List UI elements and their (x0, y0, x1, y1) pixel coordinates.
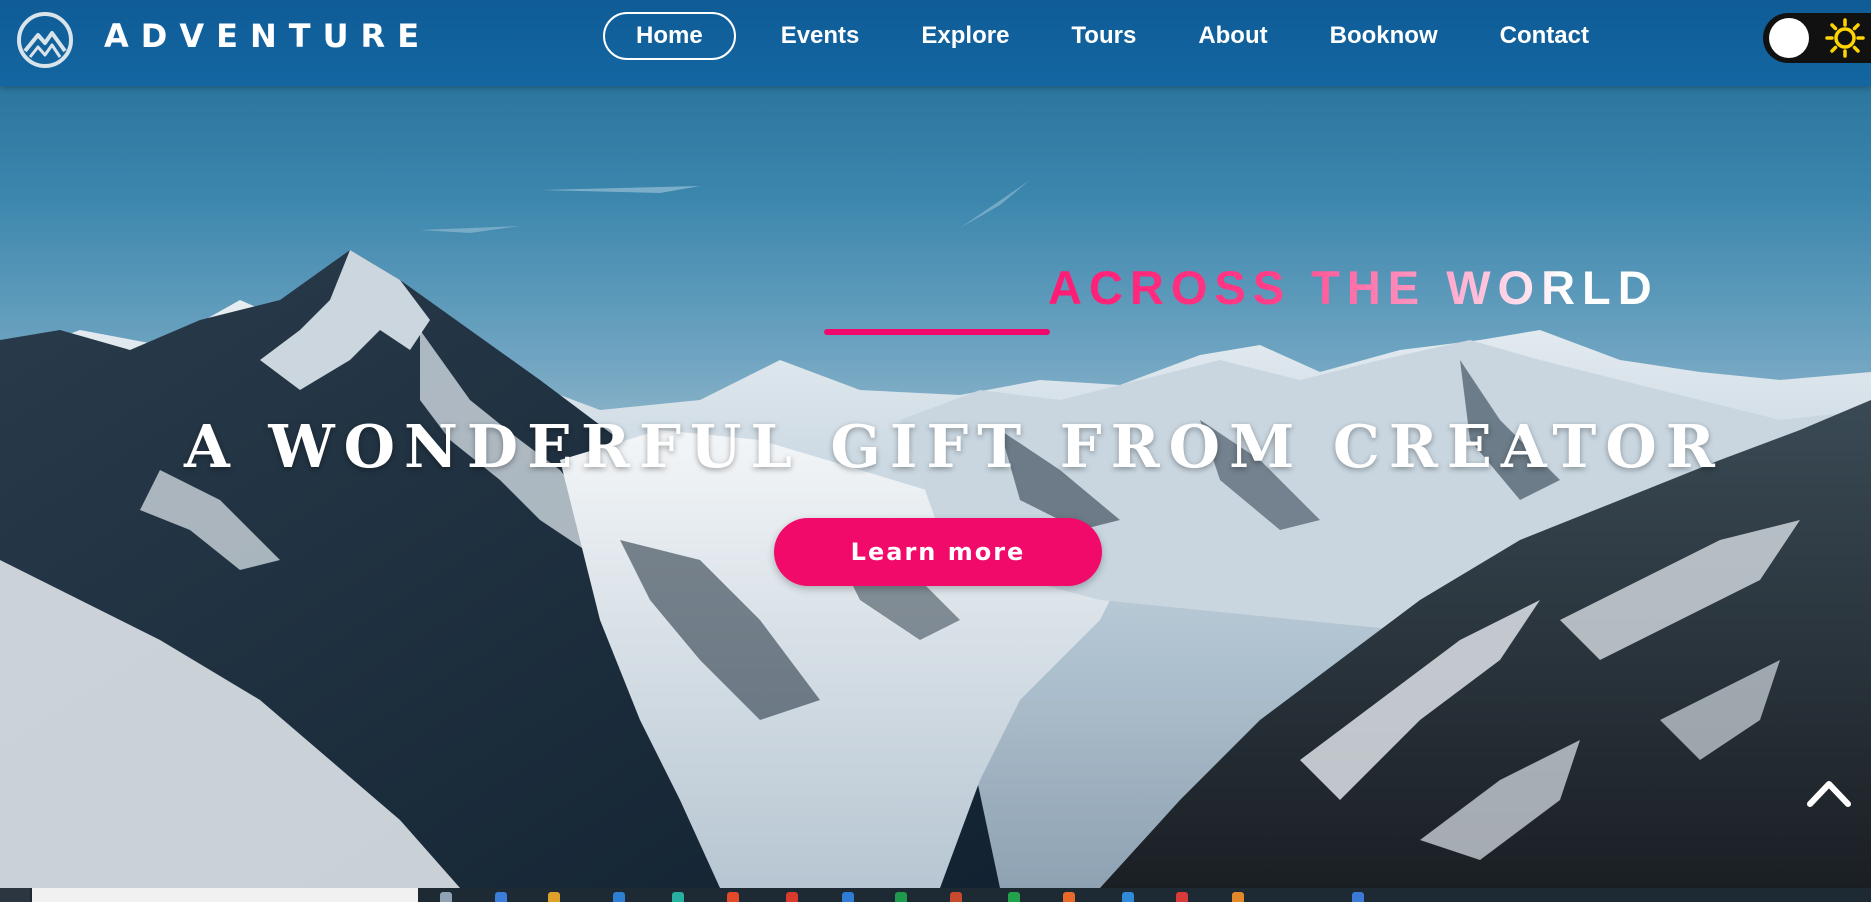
taskbar-app-icon[interactable] (950, 892, 962, 902)
taskbar (0, 888, 1871, 902)
taskbar-app-icon[interactable] (1176, 892, 1188, 902)
taskbar-app-icon[interactable] (895, 892, 907, 902)
taskbar-app-icon[interactable] (786, 892, 798, 902)
learn-more-button[interactable]: Learn more (774, 518, 1102, 586)
nav-about[interactable]: About (1167, 12, 1298, 60)
mountain-logo-icon[interactable] (16, 11, 74, 69)
taskbar-app-icon[interactable] (842, 892, 854, 902)
brand-name[interactable]: ADVENTURE (104, 14, 431, 58)
nav-tours[interactable]: Tours (1040, 12, 1167, 60)
taskbar-app-icon[interactable] (727, 892, 739, 902)
chevron-up-icon[interactable] (1804, 772, 1854, 812)
taskbar-app-icon[interactable] (440, 892, 452, 902)
taskbar-app-icon[interactable] (548, 892, 560, 902)
theme-toggle[interactable] (1763, 13, 1871, 63)
hero-headline: A WONDERFUL GIFT FROM CREATOR (184, 412, 1724, 481)
taskbar-app-icon[interactable] (1063, 892, 1075, 902)
start-button[interactable] (0, 888, 30, 902)
toggle-knob[interactable] (1769, 18, 1809, 58)
navbar: ADVENTURE Home Events Explore Tours Abou… (0, 0, 1871, 86)
hero-tagline: ACROSS THE WORLD (1048, 261, 1659, 314)
taskbar-app-icon[interactable] (1232, 892, 1244, 902)
taskbar-app-icon[interactable] (672, 892, 684, 902)
taskbar-app-icon[interactable] (1122, 892, 1134, 902)
main-nav: Home Events Explore Tours About Booknow … (603, 10, 1620, 62)
taskbar-app-icon[interactable] (1008, 892, 1020, 902)
taskbar-search[interactable] (32, 888, 418, 902)
taskbar-app-icon[interactable] (495, 892, 507, 902)
nav-booknow[interactable]: Booknow (1299, 12, 1469, 60)
taskbar-app-icon[interactable] (613, 892, 625, 902)
taskbar-app-icon[interactable] (1352, 892, 1364, 902)
tagline-underline (824, 329, 1050, 335)
nav-contact[interactable]: Contact (1469, 12, 1620, 60)
nav-explore[interactable]: Explore (890, 12, 1040, 60)
page: ADVENTURE Home Events Explore Tours Abou… (0, 0, 1871, 902)
nav-events[interactable]: Events (750, 12, 891, 60)
nav-home[interactable]: Home (603, 12, 736, 60)
sun-icon (1825, 18, 1865, 58)
